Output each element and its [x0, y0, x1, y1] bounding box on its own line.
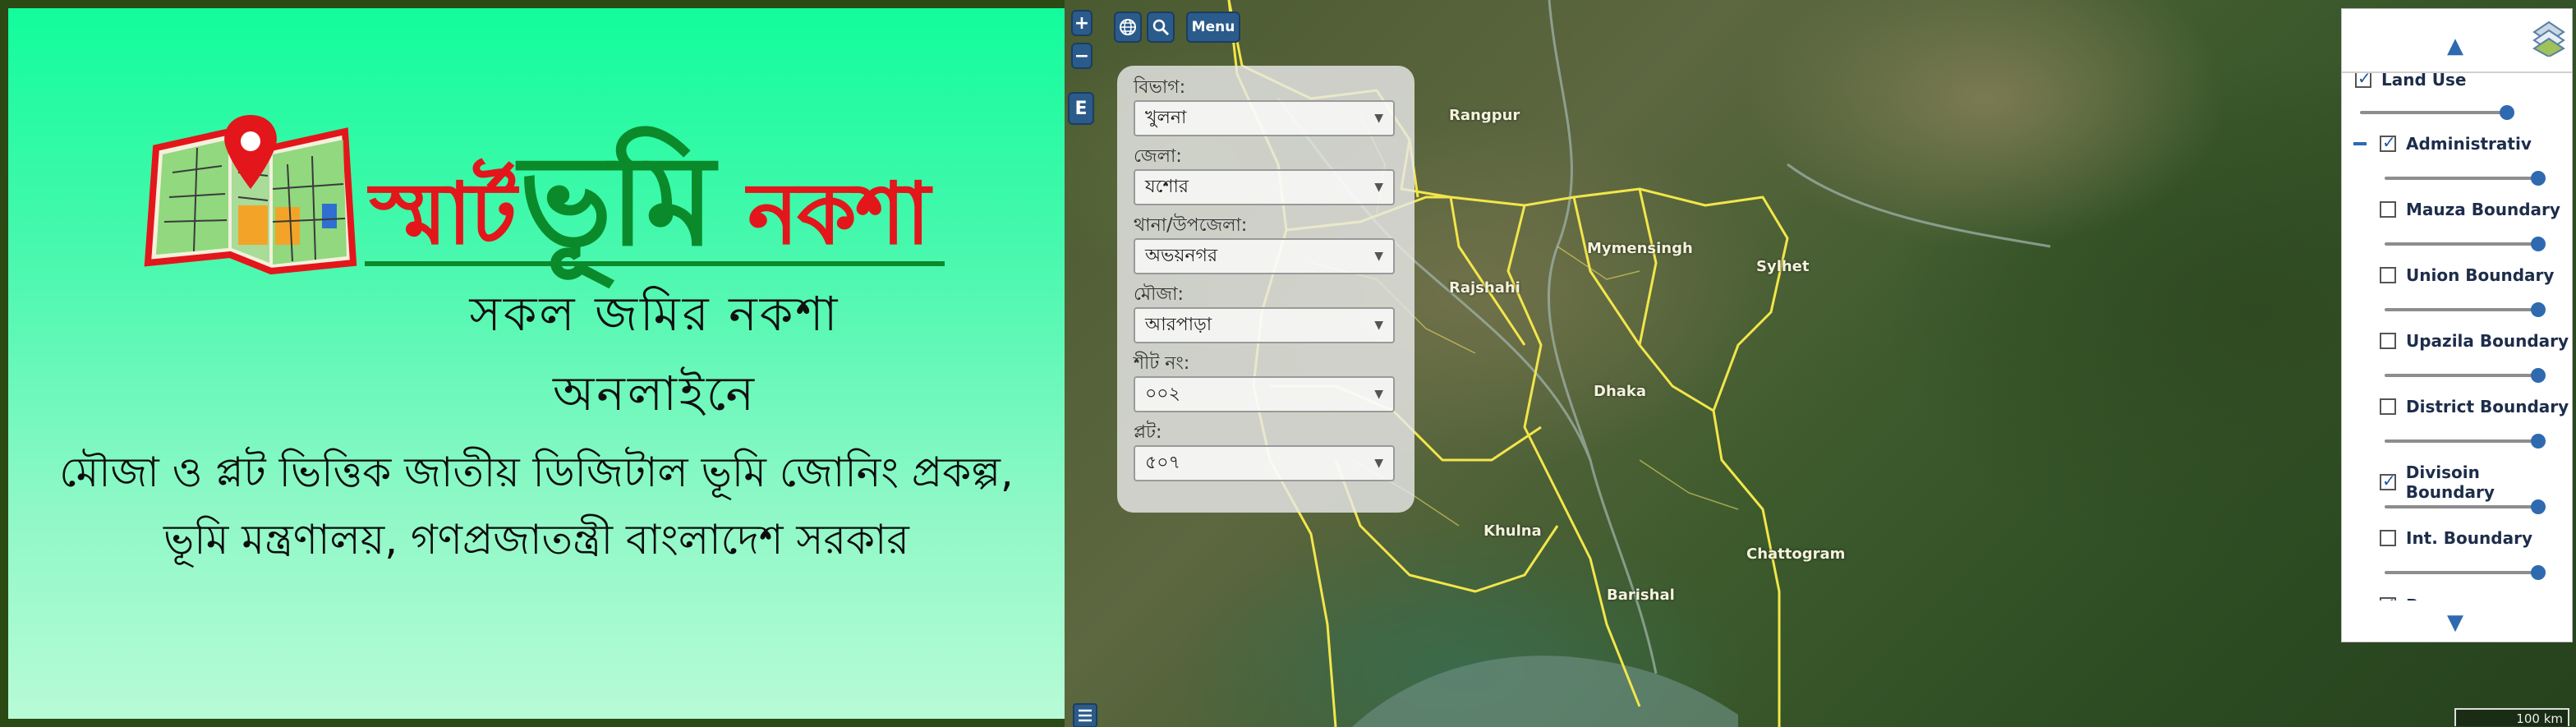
city-label-sylhet: Sylhet [1756, 258, 1810, 275]
opacity-slider[interactable] [2385, 237, 2546, 251]
slider-handle[interactable] [2531, 499, 2546, 514]
city-label-barishal: Barishal [1607, 587, 1675, 604]
layer-upazila-boundary[interactable]: Upazila Boundary [2380, 331, 2569, 351]
layer-checkbox[interactable] [2380, 471, 2396, 490]
chevron-down-icon: ▼ [1374, 457, 1383, 470]
layer-division-boundary[interactable]: Divisoin Boundary [2380, 462, 2572, 502]
chevron-down-icon: ▼ [1374, 181, 1383, 194]
scale-bar: 100 km [2454, 708, 2569, 726]
scroll-down-icon[interactable]: ▼ [2447, 610, 2463, 635]
layer-label: Divisoin Boundary [2405, 462, 2495, 502]
plot-select[interactable]: ৫০৭ ▼ [1134, 445, 1395, 481]
layers-panel-header: ▲ [2342, 9, 2572, 73]
city-label-rajshahi: Rajshahi [1449, 279, 1520, 297]
layer-label: Union Boundary [2406, 265, 2555, 285]
layer-checkbox[interactable] [2355, 68, 2371, 88]
zoom-out-button[interactable]: − [1071, 43, 1092, 69]
sheet-value: ০০২ [1145, 383, 1180, 404]
search-button[interactable] [1147, 12, 1175, 43]
menu-button[interactable]: Menu [1186, 12, 1240, 43]
chevron-down-icon: ▼ [1374, 388, 1383, 401]
slider-handle[interactable] [2531, 434, 2546, 449]
layer-checkbox[interactable] [2380, 530, 2396, 546]
layer-checkbox[interactable] [2380, 267, 2396, 283]
brand-smart: স্মার্ট [370, 163, 517, 264]
layer-checkbox[interactable] [2380, 333, 2396, 349]
layer-label: Upazila Boundary [2406, 331, 2569, 351]
mouza-value: আরপাড়া [1145, 314, 1212, 335]
layer-administrative[interactable]: Administrativ [2380, 132, 2532, 154]
layers-panel: Land Use Administrativ Mauza Boundary Un… [2341, 8, 2573, 642]
brand-underline [365, 261, 945, 266]
upazila-select[interactable]: অভয়নগর ▼ [1134, 238, 1395, 274]
opacity-slider[interactable] [2385, 171, 2546, 186]
upazila-value: অভয়নগর [1145, 245, 1218, 266]
layer-mauza-boundary[interactable]: Mauza Boundary [2380, 200, 2560, 219]
layers-icon[interactable] [2532, 21, 2565, 57]
opacity-slider[interactable] [2385, 565, 2546, 580]
layer-checkbox[interactable] [2380, 132, 2396, 152]
layer-label: Int. Boundary [2406, 528, 2532, 548]
sheet-select[interactable]: ০০২ ▼ [1134, 376, 1395, 412]
zoom-in-button[interactable]: + [1071, 10, 1092, 36]
division-label: বিভাগ: [1134, 77, 1186, 98]
opacity-slider[interactable] [2385, 434, 2546, 449]
project-title-line1: মৌজা ও প্লট ভিত্তিক জাতীয় ডিজিটাল ভূমি … [59, 449, 1014, 496]
upazila-label: থানা/উপজেলা: [1134, 215, 1248, 236]
layers-panel-footer: ▼ [2342, 600, 2572, 642]
map-pin-logo-icon [144, 115, 357, 275]
e-button[interactable]: E [1068, 92, 1094, 125]
opacity-slider[interactable] [2360, 105, 2514, 120]
list-icon [1079, 709, 1092, 722]
banner: স্মার্ট ভূমি নকশা সকল জমির নকশা অনলাইনে … [8, 8, 1065, 719]
city-label-dhaka: Dhaka [1594, 383, 1647, 400]
collapse-icon[interactable] [2353, 142, 2367, 145]
sheet-label: শীট নং: [1134, 353, 1190, 374]
mouza-label: মৌজা: [1134, 284, 1184, 305]
opacity-slider[interactable] [2385, 302, 2546, 317]
layer-checkbox[interactable] [2380, 398, 2396, 415]
division-value: খুলনা [1145, 107, 1187, 128]
plot-value: ৫০৭ [1145, 452, 1180, 473]
scroll-up-icon[interactable]: ▲ [2447, 34, 2463, 58]
project-title-line2: ভূমি মন্ত্রণালয়, গণপ্রজাতন্ত্রী বাংলাদে… [163, 516, 909, 564]
slider-handle[interactable] [2531, 237, 2546, 251]
layer-label: Mauza Boundary [2406, 200, 2560, 219]
slider-handle[interactable] [2531, 302, 2546, 317]
slider-handle[interactable] [2531, 565, 2546, 580]
district-select[interactable]: যশোর ▼ [1134, 169, 1395, 205]
chevron-down-icon: ▼ [1374, 250, 1383, 263]
list-button[interactable] [1073, 703, 1097, 727]
city-label-rangpur: Rangpur [1449, 107, 1520, 124]
district-label: জেলা: [1134, 146, 1182, 167]
layer-label: District Boundary [2406, 397, 2569, 416]
location-selection-panel: বিভাগ: খুলনা ▼ জেলা: যশোর ▼ থানা/উপজেলা: অ… [1117, 66, 1414, 513]
layer-union-boundary[interactable]: Union Boundary [2380, 265, 2554, 285]
city-label-chattogram: Chattogram [1746, 545, 1846, 563]
tagline: সকল জমির নকশা অনলাইনে [469, 286, 840, 421]
search-icon [1152, 19, 1170, 36]
district-value: যশোর [1145, 176, 1189, 197]
map-viewport[interactable]: Rangpur Mymensingh Sylhet Rajshahi Dhaka… [1065, 0, 2576, 727]
slider-handle[interactable] [2500, 105, 2514, 120]
globe-icon [1120, 19, 1136, 35]
division-select[interactable]: খুলনা ▼ [1134, 100, 1395, 136]
layer-checkbox[interactable] [2380, 201, 2396, 218]
opacity-slider[interactable] [2385, 368, 2546, 383]
slider-handle[interactable] [2531, 368, 2546, 383]
chevron-down-icon: ▼ [1374, 319, 1383, 332]
slider-handle[interactable] [2531, 171, 2546, 186]
brand-noksha: নকশা [748, 163, 931, 264]
mouza-select[interactable]: আরপাড়া ▼ [1134, 307, 1395, 343]
chevron-down-icon: ▼ [1374, 112, 1383, 125]
layer-label: Administrativ [2406, 134, 2532, 154]
city-label-mymensingh: Mymensingh [1587, 240, 1693, 257]
opacity-slider[interactable] [2385, 499, 2546, 514]
layer-int-boundary[interactable]: Int. Boundary [2380, 528, 2532, 548]
layer-district-boundary[interactable]: District Boundary [2380, 397, 2569, 416]
city-label-khulna: Khulna [1484, 522, 1542, 540]
globe-button[interactable] [1114, 12, 1142, 43]
plot-label: প্লট: [1134, 422, 1162, 443]
